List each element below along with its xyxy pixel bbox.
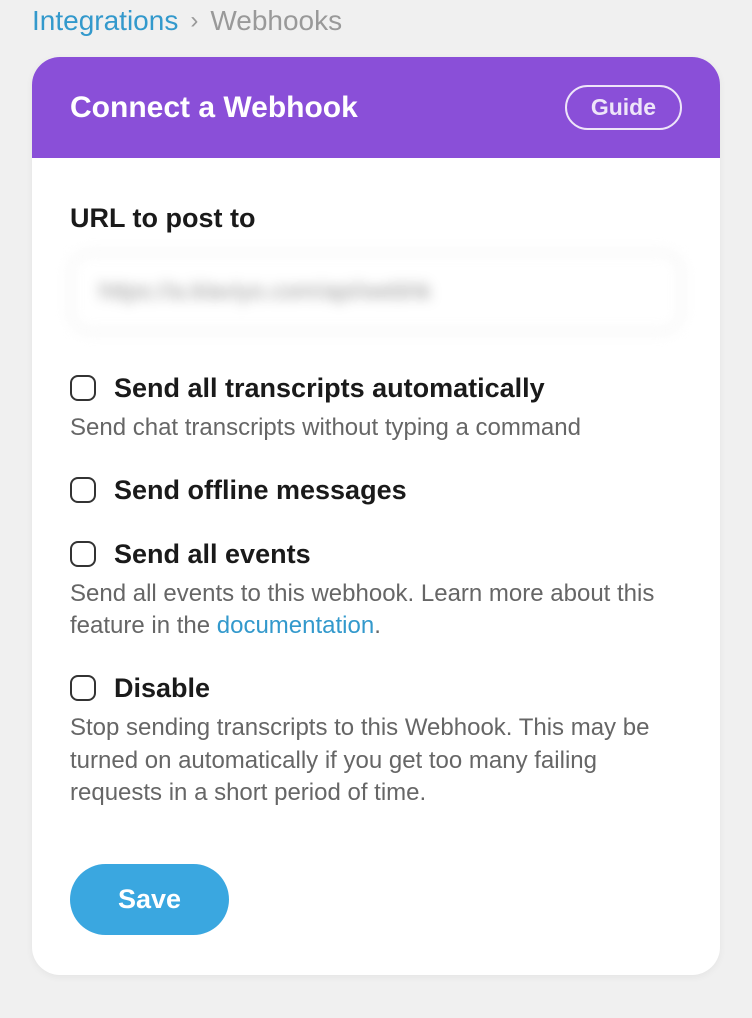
card-header: Connect a Webhook Guide <box>32 57 720 158</box>
breadcrumb-integrations-link[interactable]: Integrations <box>32 5 178 37</box>
checkbox-label: Disable <box>114 672 210 706</box>
checkbox-description: Send all events to this webhook. Learn m… <box>70 578 682 643</box>
checkbox-description: Stop sending transcripts to this Webhook… <box>70 712 682 809</box>
documentation-link[interactable]: documentation <box>217 612 374 639</box>
breadcrumb: Integrations › Webhooks <box>0 0 752 57</box>
save-button[interactable]: Save <box>70 864 229 935</box>
checkbox-send-offline[interactable] <box>70 477 96 503</box>
option-send-transcripts: Send all transcripts automatically Send … <box>70 372 682 444</box>
description-suffix: . <box>374 612 381 639</box>
option-send-events: Send all events Send all events to this … <box>70 538 682 643</box>
card-title: Connect a Webhook <box>70 91 358 125</box>
guide-button[interactable]: Guide <box>565 85 682 130</box>
webhook-card: Connect a Webhook Guide URL to post to S… <box>32 57 720 975</box>
url-input[interactable] <box>70 252 682 332</box>
option-disable: Disable Stop sending transcripts to this… <box>70 672 682 809</box>
checkbox-send-transcripts[interactable] <box>70 375 96 401</box>
checkbox-send-events[interactable] <box>70 541 96 567</box>
option-send-offline: Send offline messages <box>70 474 682 508</box>
checkbox-label: Send all events <box>114 538 311 572</box>
breadcrumb-separator: › <box>190 7 198 35</box>
checkbox-label: Send all transcripts automatically <box>114 372 545 406</box>
checkbox-label: Send offline messages <box>114 474 407 508</box>
checkbox-disable[interactable] <box>70 675 96 701</box>
breadcrumb-current: Webhooks <box>210 5 342 37</box>
card-body: URL to post to Send all transcripts auto… <box>32 158 720 975</box>
url-field-label: URL to post to <box>70 203 682 234</box>
checkbox-description: Send chat transcripts without typing a c… <box>70 412 682 444</box>
